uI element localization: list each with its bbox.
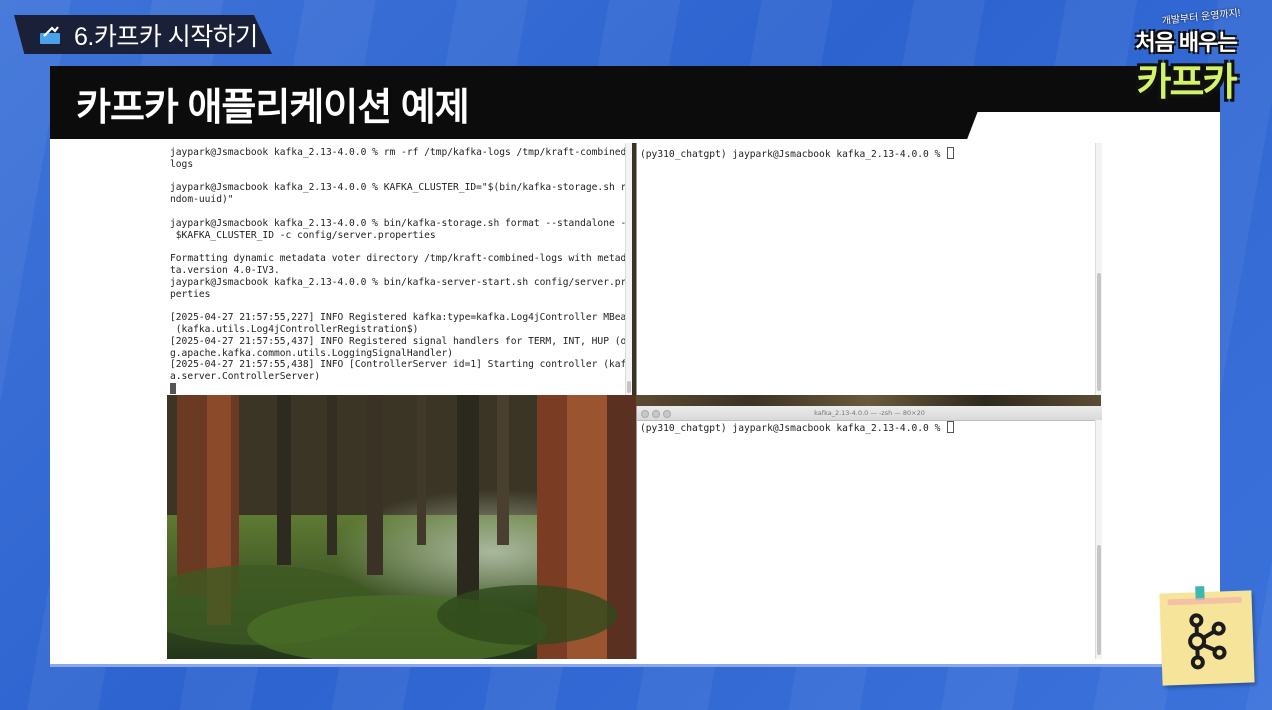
terminal-line: jaypark@Jsmacbook kafka_2.13-4.0.0 % KAF… bbox=[170, 182, 633, 194]
minimize-button[interactable] bbox=[652, 410, 660, 418]
terminal-line: logs bbox=[170, 158, 194, 170]
kafka-section-icon bbox=[40, 25, 60, 44]
forest-image bbox=[167, 395, 636, 659]
window-title: kafka_2.13-4.0.0 — -zsh — 80×20 bbox=[814, 409, 925, 417]
terminal-line: jaypark@Jsmacbook kafka_2.13-4.0.0 % bin… bbox=[170, 217, 633, 229]
terminal-cursor bbox=[170, 383, 176, 395]
course-logo: 개발부터 운영까지! 처음 배우는 카프카 bbox=[1116, 8, 1256, 104]
terminal-line: perties bbox=[170, 288, 211, 300]
sticky-note bbox=[1159, 586, 1255, 686]
desktop-wallpaper-forest bbox=[167, 395, 636, 659]
terminal-output: jaypark@Jsmacbook kafka_2.13-4.0.0 % rm … bbox=[167, 143, 632, 383]
terminal-scrollbar[interactable] bbox=[1095, 420, 1102, 659]
terminal-prompt-line: (py310_chatgpt) jaypark@Jsmacbook kafka_… bbox=[637, 421, 1102, 435]
terminal-line: $KAFKA_CLUSTER_ID -c config/server.prope… bbox=[170, 229, 436, 241]
terminal-line: [2025-04-27 21:57:55,437] INFO Registere… bbox=[170, 335, 633, 347]
sticky-tape-strip bbox=[1167, 596, 1242, 606]
terminal-bottom-right[interactable]: kafka_2.13-4.0.0 — -zsh — 80×20 (py310_c… bbox=[636, 406, 1102, 659]
terminal-prompt-line: (py310_chatgpt) jaypark@Jsmacbook kafka_… bbox=[637, 143, 1102, 161]
terminal-line: ta.version 4.0-IV3. bbox=[170, 264, 280, 276]
terminal-top-left[interactable]: jaypark@Jsmacbook kafka_2.13-4.0.0 % rm … bbox=[167, 143, 633, 395]
slide-title: 카프카 애플리케이션 예제 bbox=[76, 87, 470, 129]
terminal-prompt: (py310_chatgpt) jaypark@Jsmacbook kafka_… bbox=[640, 149, 947, 160]
terminal-line: ndom-uuid)" bbox=[170, 194, 234, 206]
terminal-cursor bbox=[947, 421, 955, 433]
terminal-line: (kafka.utils.Log4jControllerRegistration… bbox=[170, 323, 419, 335]
terminal-line: jaypark@Jsmacbook kafka_2.13-4.0.0 % bin… bbox=[170, 276, 633, 288]
terminal-window-titlebar[interactable]: kafka_2.13-4.0.0 — -zsh — 80×20 bbox=[637, 406, 1102, 421]
scroll-thumb[interactable] bbox=[627, 381, 631, 393]
section-tab: 6.카프카 시작하기 bbox=[14, 15, 272, 54]
kafka-logo-icon bbox=[1188, 613, 1227, 670]
zoom-button[interactable] bbox=[663, 410, 671, 418]
logo-line2: 카프카 bbox=[1136, 62, 1238, 104]
terminal-cursor bbox=[947, 147, 955, 159]
terminal-line: [2025-04-27 21:57:55,227] INFO Registere… bbox=[170, 312, 633, 324]
terminal-line: jaypark@Jsmacbook kafka_2.13-4.0.0 % rm … bbox=[170, 147, 633, 158]
terminal-line: Formatting dynamic metadata voter direct… bbox=[170, 253, 633, 265]
terminal-scrollbar[interactable] bbox=[1095, 143, 1102, 395]
scroll-thumb[interactable] bbox=[1097, 545, 1101, 655]
wallpaper-strip bbox=[636, 395, 1101, 406]
terminal-scrollbar[interactable] bbox=[625, 143, 632, 395]
terminal-line: a.server.ControllerServer) bbox=[170, 371, 321, 383]
terminal-line: g.apache.kafka.common.utils.LoggingSigna… bbox=[170, 347, 454, 359]
section-label: 6.카프카 시작하기 bbox=[74, 22, 258, 51]
scroll-thumb[interactable] bbox=[1097, 273, 1101, 391]
terminal-prompt: (py310_chatgpt) jaypark@Jsmacbook kafka_… bbox=[640, 423, 947, 434]
close-button[interactable] bbox=[641, 410, 649, 418]
terminal-line: [2025-04-27 21:57:55,438] INFO [Controll… bbox=[170, 359, 633, 371]
terminal-top-right[interactable]: (py310_chatgpt) jaypark@Jsmacbook kafka_… bbox=[636, 143, 1102, 395]
